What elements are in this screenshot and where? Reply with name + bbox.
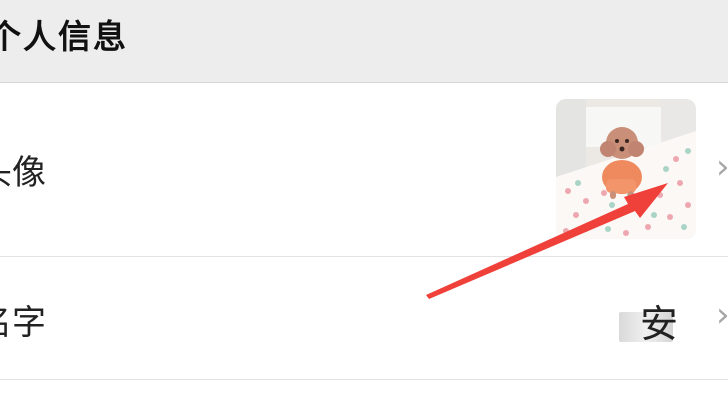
name-row[interactable]: 名字 安 › bbox=[0, 257, 728, 380]
next-row[interactable] bbox=[0, 380, 728, 420]
chevron-right-icon: › bbox=[716, 147, 728, 187]
page-title: 个人信息 bbox=[0, 17, 128, 56]
name-row-label: 名字 bbox=[0, 303, 46, 343]
avatar-row-label: 头像 bbox=[0, 153, 46, 193]
avatar-row[interactable]: 头像 bbox=[0, 83, 728, 257]
name-value: 安 bbox=[640, 302, 679, 346]
page-header: 个人信息 bbox=[0, 0, 728, 83]
chevron-right-icon: › bbox=[716, 295, 728, 335]
avatar[interactable] bbox=[556, 99, 696, 239]
avatar-photo bbox=[556, 99, 696, 239]
